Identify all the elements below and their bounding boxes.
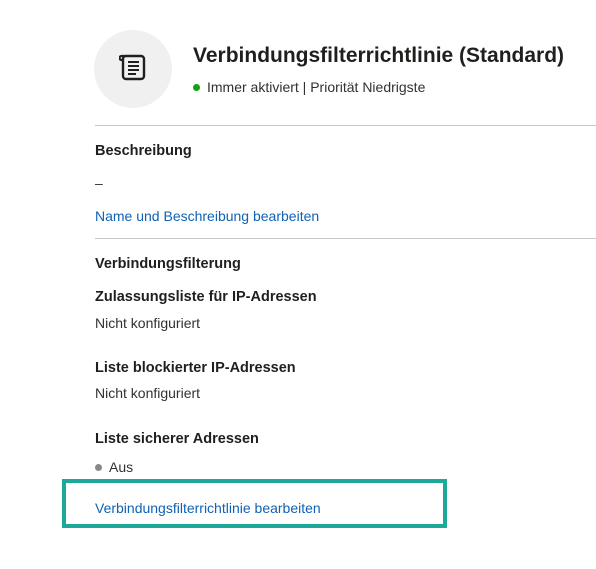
edit-name-description-link[interactable]: Name und Beschreibung bearbeiten: [95, 208, 319, 224]
description-heading: Beschreibung: [95, 143, 192, 159]
safe-list-value: Aus: [109, 459, 134, 475]
status-text: Immer aktiviert | Priorität Niedrigste: [207, 79, 426, 95]
status-line: Immer aktiviert | Priorität Niedrigste: [193, 79, 425, 95]
scroll-icon: [118, 52, 147, 87]
policy-avatar: [94, 30, 172, 108]
connection-filter-heading: Verbindungsfilterung: [95, 256, 241, 272]
divider: [95, 238, 596, 239]
status-dot-icon: [193, 83, 200, 91]
edit-connection-filter-link[interactable]: Verbindungsfilterrichtlinie bearbeiten: [95, 500, 321, 516]
ip-allow-list-label: Zulassungsliste für IP-Adressen: [95, 289, 317, 305]
off-dot-icon: [95, 463, 102, 471]
safe-list-label: Liste sicherer Adressen: [95, 431, 259, 447]
safe-list-status: Aus: [95, 459, 133, 475]
description-value: –: [95, 175, 103, 191]
ip-allow-list-value: Nicht konfiguriert: [95, 315, 201, 331]
ip-block-list-label: Liste blockierter IP-Adressen: [95, 360, 296, 376]
page-title: Verbindungsfilterrichtlinie (Standard): [193, 44, 565, 67]
ip-block-list-value: Nicht konfiguriert: [95, 385, 201, 401]
divider: [95, 125, 596, 126]
